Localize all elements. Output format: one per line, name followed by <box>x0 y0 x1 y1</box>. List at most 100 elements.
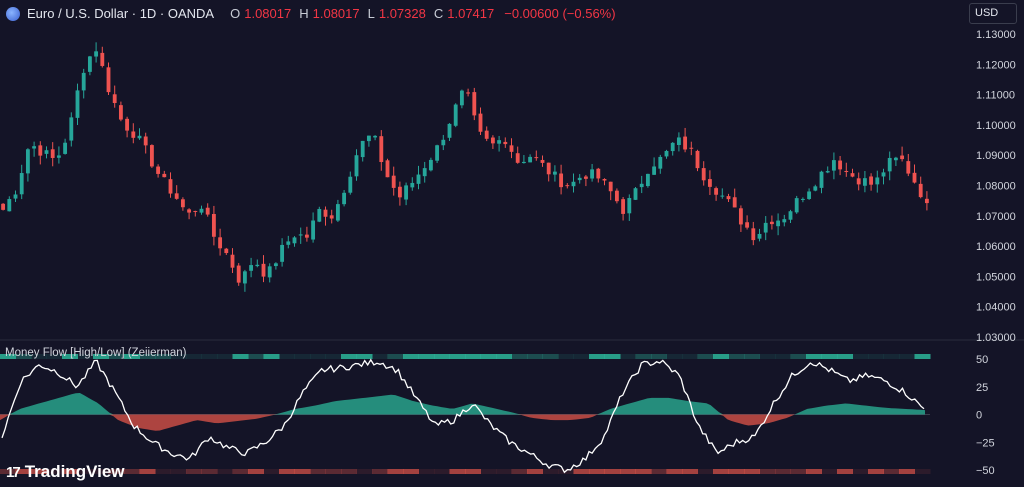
candle-body <box>701 168 706 181</box>
bottom-band-segment <box>356 469 373 474</box>
candle-body <box>881 172 886 177</box>
candle-body <box>459 90 464 106</box>
candle-body <box>156 166 161 174</box>
candle-body <box>856 178 861 185</box>
top-band-segment <box>542 354 559 359</box>
candle-body <box>546 162 551 175</box>
candle-body <box>373 135 378 138</box>
candle-body <box>385 160 390 178</box>
top-band-segment <box>418 354 435 359</box>
candle-body <box>664 150 669 157</box>
candle-body <box>807 191 812 199</box>
bottom-band-segment <box>496 469 512 474</box>
candle-body <box>887 157 892 172</box>
candle-body <box>602 179 607 181</box>
price-axis-tick: 1.10000 <box>976 120 1016 132</box>
bottom-band-segment <box>604 469 621 474</box>
candle-body <box>298 234 303 236</box>
candle-body <box>838 160 843 170</box>
indicator-axis-tick: −25 <box>976 437 995 449</box>
tradingview-logo-text: TradingView <box>24 462 125 481</box>
candle-body <box>639 183 644 188</box>
candle-body <box>906 161 911 174</box>
candle-body <box>670 142 675 152</box>
bottom-band-segment <box>589 469 605 474</box>
candle-body <box>850 173 855 177</box>
candle-body <box>707 179 712 187</box>
candle-body <box>763 222 768 233</box>
candle-body <box>596 168 601 179</box>
close-key: C <box>433 6 444 21</box>
candle-body <box>38 145 43 156</box>
bottom-band-segment <box>201 469 218 474</box>
bottom-band-segment <box>899 469 915 474</box>
candle-body <box>230 254 235 268</box>
candle-body <box>912 172 917 183</box>
candle-body <box>484 130 489 139</box>
top-band-segment <box>852 354 869 359</box>
candle-body <box>453 104 458 126</box>
bottom-band-segment <box>511 469 528 474</box>
price-axis-tick: 1.04000 <box>976 302 1016 314</box>
symbol-flag-icon <box>6 6 20 21</box>
candle-body <box>447 123 452 138</box>
candle-body <box>25 149 30 174</box>
bottom-band-segment <box>217 469 233 474</box>
candle-body <box>893 157 898 161</box>
bottom-band-segment <box>294 469 311 474</box>
bottom-band-segment <box>124 469 140 474</box>
top-band-segment <box>496 354 512 359</box>
bottom-band-segment <box>248 469 264 474</box>
candle-body <box>689 147 694 149</box>
indicator-axis-tick: 50 <box>976 354 988 366</box>
candle-body <box>137 135 142 139</box>
indicator-label[interactable]: Money Flow [High/Low] (Zeiierman) <box>5 347 187 359</box>
candle-body <box>490 137 495 144</box>
candle-body <box>249 265 254 271</box>
top-band-segment <box>387 354 404 359</box>
candle-body <box>348 176 353 193</box>
top-band-segment <box>620 354 636 359</box>
price-axis-tick: 1.13000 <box>976 29 1016 41</box>
bottom-band-segment <box>232 469 249 474</box>
candle-body <box>360 140 365 158</box>
candle-body <box>441 139 446 146</box>
bottom-band-segment <box>186 469 202 474</box>
candle-body <box>180 199 185 208</box>
chart-canvas[interactable]: 1.13000 1.12000 1.11000 1.10000 1.09000 1.080… <box>0 0 1024 487</box>
top-band-segment <box>744 354 760 359</box>
tradingview-logo-icon: 17 <box>6 463 21 481</box>
top-band-segment <box>759 354 776 359</box>
top-band-segment <box>604 354 621 359</box>
symbol-title[interactable]: Euro / U.S. Dollar · 1D · OANDA <box>27 6 214 21</box>
top-band-segment <box>837 354 853 359</box>
top-band-segment <box>883 354 900 359</box>
tradingview-logo[interactable]: 17 TradingView <box>6 462 125 482</box>
indicator-axis-tick: 0 <box>976 410 982 422</box>
top-band-segment <box>341 354 357 359</box>
candle-body <box>875 177 880 185</box>
top-band-segment <box>682 354 698 359</box>
candle-body <box>565 185 570 187</box>
top-band-segment <box>449 354 466 359</box>
top-band-segment <box>232 354 249 359</box>
candle-body <box>255 264 260 267</box>
currency-button[interactable]: USD <box>969 3 1017 24</box>
bottom-band-segment <box>790 469 807 474</box>
bottom-band-segment <box>403 469 419 474</box>
candle-body <box>738 208 743 225</box>
candle-body <box>559 173 564 188</box>
top-band-segment <box>310 354 326 359</box>
indicator-axis-tick: −50 <box>976 465 995 477</box>
bottom-band-segment <box>806 469 822 474</box>
candle-body <box>776 220 781 227</box>
bottom-band-segment <box>728 469 745 474</box>
candle-body <box>125 118 130 131</box>
candle-body <box>106 67 111 93</box>
candle-body <box>218 237 223 249</box>
bottom-band-segment <box>573 469 590 474</box>
candle-body <box>311 220 316 240</box>
bottom-band-segment <box>868 469 884 474</box>
top-band-segment <box>775 354 791 359</box>
bottom-band-segment <box>155 469 171 474</box>
